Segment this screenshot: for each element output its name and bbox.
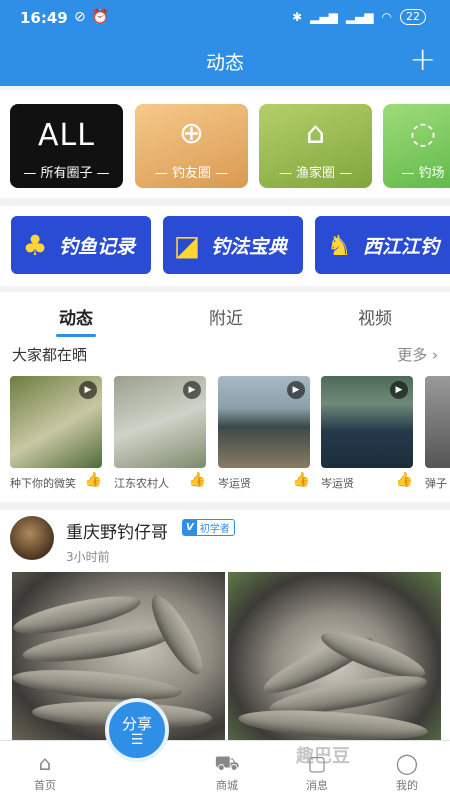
tab-nearby[interactable]: 附近	[176, 304, 276, 329]
signal-icon-2: ▂▄▆	[345, 10, 374, 24]
nav-profile[interactable]: ◯ 我的	[372, 741, 442, 793]
circle-card-fishing-friends[interactable]: ⊕ — 钓友圈 —	[135, 104, 248, 188]
feature-banners: ♣ 钓鱼记录 ◪ 钓法宝典 ♞ 西江江钓	[0, 206, 450, 286]
like-icon[interactable]: 👍	[85, 472, 102, 488]
active-tab-indicator	[56, 334, 96, 337]
banner-label: 钓鱼记录	[59, 235, 136, 258]
circle-label: — 钓友圈 —	[154, 166, 229, 181]
fish-shape	[12, 664, 183, 706]
wifi-icon: ◠	[381, 10, 392, 24]
nav-home[interactable]: ⌂ 首页	[10, 741, 80, 793]
post-image[interactable]	[228, 572, 441, 740]
share-button[interactable]: 分享 ☰	[105, 698, 169, 762]
feed-tabs: 动态 附近 视频	[0, 292, 450, 338]
banner-label: 钓法宝典	[211, 235, 288, 258]
fish-icon: ◌	[409, 116, 437, 151]
angler-icon: ♞	[326, 228, 352, 262]
video-thumbnail: ▶	[321, 376, 413, 468]
play-icon: ▶	[287, 381, 305, 399]
nav-label: 商城	[216, 779, 238, 792]
home-icon: ⌂	[38, 751, 52, 775]
fishing-float-icon: ⊕	[178, 116, 205, 151]
banner-label: 西江江钓	[363, 235, 440, 258]
video-thumbnail: ▶	[218, 376, 310, 468]
video-card[interactable]: ▶ 江东农村人 👍	[114, 376, 206, 490]
video-card[interactable]: 弹子	[425, 376, 450, 490]
status-time: 16:49	[20, 9, 68, 27]
video-card[interactable]: ▶ 岑运贤 👍	[218, 376, 310, 490]
level-badge: V 初学者	[182, 519, 235, 536]
verified-icon: V	[183, 520, 197, 535]
like-icon[interactable]: 👍	[396, 472, 413, 488]
book-icon: ◪	[173, 228, 201, 262]
fishing-guide-banner[interactable]: ◪ 钓法宝典	[163, 216, 303, 274]
user-icon: ◯	[395, 751, 419, 775]
like-icon[interactable]: 👍	[293, 472, 310, 488]
status-icons: ⊘⏰	[74, 9, 116, 25]
circle-label: — 所有圈子 —	[23, 166, 110, 181]
feed-content: 动态 附近 视频 大家都在晒 更多 › ▶ 种下你的微笑 👍 ▶ 江东农村人 👍…	[0, 292, 450, 740]
fishing-record-banner[interactable]: ♣ 钓鱼记录	[11, 216, 151, 274]
add-button[interactable]: +	[409, 41, 436, 77]
fish-shape	[237, 705, 429, 740]
more-label: 更多	[397, 346, 428, 364]
circle-card-all[interactable]: ALL — 所有圈子 —	[10, 104, 123, 188]
play-icon: ▶	[390, 381, 408, 399]
play-icon: ▶	[79, 381, 97, 399]
signal-icon: ▂▄▆	[310, 10, 338, 24]
house-icon: ⌂	[305, 116, 326, 151]
circle-label: — 钓场	[401, 166, 445, 181]
bottom-nav: ⌂ 首页 ⛟ 商城 ▢ 消息 ◯ 我的	[0, 740, 450, 800]
status-right: ✱ ▂▄▆ ▂▄▆ ◠ 22	[292, 9, 426, 25]
nav-label: 首页	[34, 779, 56, 792]
menu-lines-icon: ☰	[130, 732, 144, 748]
play-icon: ▶	[183, 381, 201, 399]
watermark-logo: 趣巴豆	[296, 746, 350, 767]
circle-label: — 渔家圈 —	[278, 166, 353, 181]
video-thumbnail: ▶	[114, 376, 206, 468]
avatar[interactable]	[10, 516, 54, 560]
video-author: 岑运贤	[321, 477, 354, 490]
status-bar: 16:49 ⊘⏰ ✱ ▂▄▆ ▂▄▆ ◠ 22	[0, 0, 450, 36]
battery-indicator: 22	[400, 9, 426, 25]
title-bar: 动态 +	[0, 36, 450, 86]
nav-label: 我的	[396, 779, 418, 792]
bluetooth-icon: ✱	[292, 10, 303, 24]
post-time: 3小时前	[66, 550, 110, 564]
post-author[interactable]: 重庆野钓仔哥	[66, 518, 168, 543]
tab-dynamic[interactable]: 动态	[26, 304, 126, 329]
video-author: 岑运贤	[218, 477, 251, 490]
video-card[interactable]: ▶ 种下你的微笑 👍	[10, 376, 102, 490]
like-icon[interactable]: 👍	[189, 472, 206, 488]
all-text: ALL	[38, 118, 95, 153]
page-title: 动态	[205, 52, 244, 74]
share-label: 分享	[121, 715, 152, 733]
river-fishing-banner[interactable]: ♞ 西江江钓	[315, 216, 450, 274]
nav-mall[interactable]: ⛟ 商城	[192, 741, 262, 793]
fish-record-icon: ♣	[22, 228, 48, 262]
video-author: 江东农村人	[114, 477, 169, 490]
circles-row: ALL — 所有圈子 — ⊕ — 钓友圈 — ⌂ — 渔家圈 — ◌ — 钓场	[0, 90, 450, 198]
section-title: 大家都在晒	[12, 346, 88, 364]
nav-label: 消息	[306, 779, 328, 792]
video-thumbnail: ▶	[10, 376, 102, 468]
video-thumbnail	[425, 376, 450, 468]
level-label: 初学者	[199, 524, 230, 535]
more-link[interactable]: 更多 ›	[397, 344, 438, 365]
chevron-right-icon: ›	[427, 346, 438, 364]
video-author: 种下你的微笑	[10, 477, 76, 490]
circle-card-fishing-village[interactable]: ⌂ — 渔家圈 —	[259, 104, 372, 188]
tab-video[interactable]: 视频	[325, 304, 425, 329]
video-author: 弹子	[425, 477, 447, 490]
section-divider	[0, 502, 450, 510]
cart-icon: ⛟	[214, 751, 240, 775]
circle-card-fishing-spot[interactable]: ◌ — 钓场	[383, 104, 450, 188]
video-card[interactable]: ▶ 岑运贤 👍	[321, 376, 413, 490]
